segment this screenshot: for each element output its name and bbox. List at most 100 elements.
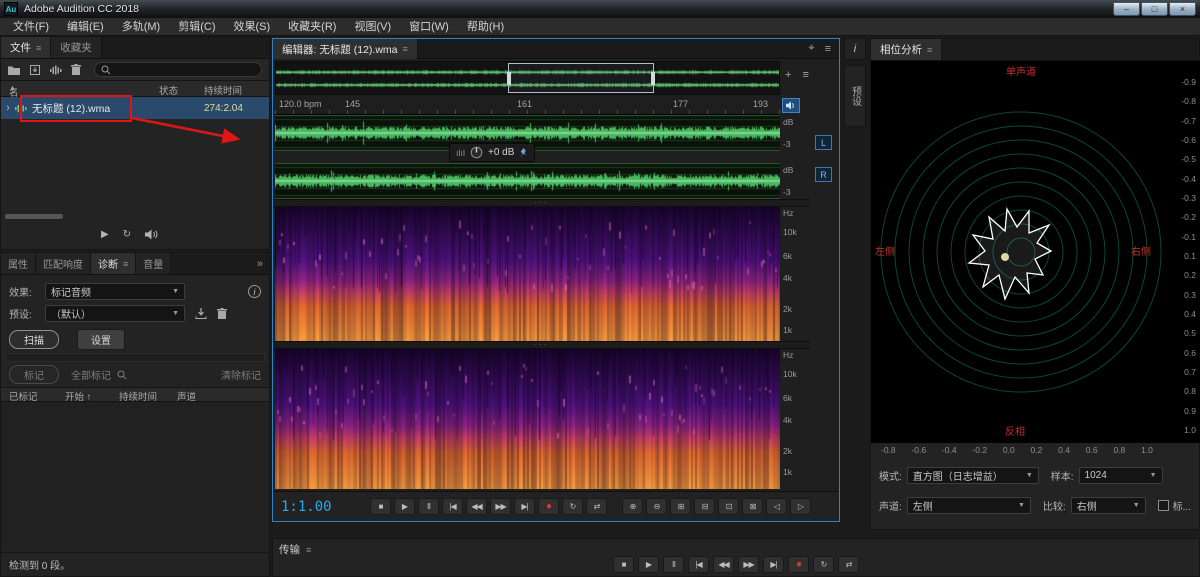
panel-menu-icon[interactable]: ≡ — [927, 45, 932, 55]
tab-match-loudness[interactable]: 匹配响度 — [36, 253, 91, 274]
expander-icon[interactable]: › — [1, 102, 15, 114]
search-box[interactable] — [94, 62, 262, 77]
monitor-speaker-button[interactable] — [782, 98, 800, 113]
preview-play-button[interactable]: ▶ — [101, 229, 109, 240]
scan-button[interactable]: 扫描 — [9, 330, 59, 349]
settings-button[interactable]: 设置 — [77, 329, 125, 350]
preview-loop-button[interactable]: ↻ — [123, 229, 131, 240]
media-icon[interactable] — [50, 65, 62, 75]
effect-dropdown[interactable]: 标记音频▼ — [45, 283, 185, 300]
skip-to-start-button[interactable]: |◀ — [442, 498, 463, 515]
pan-icon[interactable]: + — [785, 69, 791, 81]
hud-gain-control[interactable]: ılıl +0 dB — [449, 143, 535, 162]
column-status[interactable]: 状态 — [159, 83, 178, 97]
menu-item[interactable]: 视图(V) — [345, 18, 400, 36]
preset-dropdown[interactable]: （默认）▼ — [45, 305, 185, 322]
column-duration[interactable]: 持续时间 — [204, 83, 242, 97]
menu-item[interactable]: 编辑(E) — [58, 18, 113, 36]
panel-splitter[interactable]: ··· — [273, 199, 810, 207]
delete-preset-icon[interactable] — [217, 308, 227, 319]
menu-item[interactable]: 帮助(H) — [458, 18, 513, 36]
skip-to-end-button[interactable]: ▶| — [514, 498, 535, 515]
channel-dropdown[interactable]: 左侧▼ — [907, 497, 1031, 514]
loop-playback-button[interactable]: ↻ — [813, 556, 834, 573]
zoom-to-selection-button[interactable]: ⊡ — [718, 498, 739, 515]
timeline-ruler[interactable]: 120.0 bpm 145 161 177 193 — [275, 97, 780, 115]
zoom-out-button[interactable]: ⊖ — [646, 498, 667, 515]
menu-item[interactable]: 效果(S) — [225, 18, 280, 36]
zoom-in-button[interactable]: ⊕ — [622, 498, 643, 515]
time-display[interactable]: 1:1.00 — [281, 499, 343, 515]
pause-button[interactable]: Ⅱ — [663, 556, 684, 573]
spectrogram-left-channel[interactable] — [275, 207, 780, 341]
record-button[interactable]: ● — [788, 556, 809, 573]
zoom-range-selector[interactable] — [508, 63, 654, 93]
menu-item[interactable]: 剪辑(C) — [169, 18, 224, 36]
skip-to-start-button[interactable]: |◀ — [688, 556, 709, 573]
menu-item[interactable]: 多轨(M) — [113, 18, 170, 36]
mode-dropdown[interactable]: 直方图（日志增益）▼ — [907, 467, 1039, 484]
loop-playback-button[interactable]: ↻ — [562, 498, 583, 515]
channel-left-button[interactable]: L — [815, 135, 832, 150]
tab-favorites[interactable]: 收藏夹 — [51, 37, 102, 58]
zoom-full-button[interactable]: ⊠ — [742, 498, 763, 515]
open-file-icon[interactable] — [8, 65, 20, 75]
channel-right-button[interactable]: R — [815, 167, 832, 182]
fast-forward-button[interactable]: ▶▶ — [738, 556, 759, 573]
mark-all-button[interactable]: 全部标记 — [71, 367, 111, 382]
column-marked[interactable]: 已标记 — [9, 389, 38, 403]
clear-marks-button[interactable]: 清除标记 — [221, 367, 261, 382]
spectrogram-right-channel[interactable] — [275, 349, 780, 489]
zoom-in-horizontal-button[interactable]: ⊞ — [670, 498, 691, 515]
tab-diagnostics[interactable]: 诊断 ≡ — [91, 253, 136, 274]
column-start[interactable]: 开始 ↑ — [65, 389, 91, 403]
panel-menu-icon[interactable]: ≡ — [123, 259, 128, 269]
rewind-button[interactable]: ◀◀ — [466, 498, 487, 515]
editor-menu-icon[interactable]: ≡ — [825, 43, 831, 55]
search-marks-icon[interactable] — [117, 370, 127, 380]
play-button[interactable]: ▶ — [394, 498, 415, 515]
panel-menu-icon[interactable]: ≡ — [36, 43, 41, 53]
maximize-button[interactable]: □ — [1141, 2, 1168, 16]
tab-files[interactable]: 文件 ≡ — [1, 37, 51, 58]
panel-menu-icon[interactable]: ≡ — [403, 44, 408, 54]
skip-selection-button[interactable]: ⇄ — [838, 556, 859, 573]
tab-overflow-hidden[interactable]: 音量 — [136, 253, 171, 274]
waveform-right-channel[interactable] — [275, 163, 780, 199]
files-horizontal-scrollbar[interactable] — [5, 213, 265, 220]
skip-selection-button[interactable]: ⇄ — [586, 498, 607, 515]
auto-play-speaker-icon[interactable] — [145, 229, 158, 240]
collapsed-presets-tab[interactable]: 预设 — [844, 65, 866, 127]
zoom-out-horizontal-button[interactable]: ⊟ — [694, 498, 715, 515]
fast-forward-button[interactable]: ▶▶ — [490, 498, 511, 515]
mark-button[interactable]: 标记 — [9, 365, 59, 384]
tab-phase-analysis[interactable]: 相位分析 ≡ — [871, 39, 942, 60]
close-button[interactable]: × — [1169, 2, 1196, 16]
gain-knob[interactable] — [470, 146, 483, 159]
record-button[interactable]: ● — [538, 498, 559, 515]
save-preset-icon[interactable] — [195, 308, 207, 319]
editor-tab[interactable]: 编辑器: 无标题 (12).wma ≡ — [273, 39, 418, 59]
normalize-checkbox[interactable] — [1158, 500, 1169, 511]
snap-icon[interactable]: ⌖ — [808, 42, 814, 55]
tab-properties[interactable]: 属性 — [1, 253, 36, 274]
pause-button[interactable]: Ⅱ — [418, 498, 439, 515]
search-input[interactable] — [115, 64, 245, 75]
zoom-in-point-button[interactable]: ◁ — [766, 498, 787, 515]
import-file-icon[interactable] — [29, 65, 41, 75]
stop-button[interactable]: ■ — [370, 498, 391, 515]
menu-item[interactable]: 窗口(W) — [400, 18, 458, 36]
info-strip-icon[interactable]: i — [844, 38, 866, 60]
info-icon[interactable]: i — [248, 285, 261, 298]
panel-splitter[interactable]: ··· — [273, 341, 810, 349]
menu-item[interactable]: 文件(F) — [4, 18, 58, 36]
stop-button[interactable]: ■ — [613, 556, 634, 573]
trash-icon[interactable] — [71, 64, 81, 75]
play-button[interactable]: ▶ — [638, 556, 659, 573]
menu-item[interactable]: 收藏夹(R) — [279, 18, 345, 36]
compare-dropdown[interactable]: 右侧▼ — [1071, 497, 1146, 514]
column-channel[interactable]: 声道 — [177, 389, 196, 403]
pin-icon[interactable] — [519, 148, 528, 158]
samples-dropdown[interactable]: 1024▼ — [1079, 467, 1163, 484]
zoom-out-point-button[interactable]: ▷ — [790, 498, 811, 515]
